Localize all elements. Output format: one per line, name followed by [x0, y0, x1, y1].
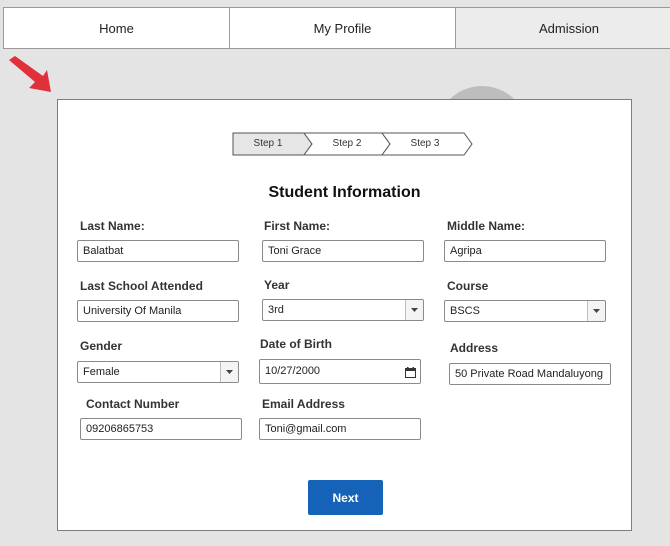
admission-form-card: Step 1 Step 2 Step 3 Student Information…: [57, 99, 632, 531]
chevron-down-icon[interactable]: [220, 362, 238, 382]
year-select[interactable]: 3rd: [262, 299, 424, 321]
year-label: Year: [264, 278, 290, 292]
year-value: 3rd: [268, 304, 284, 316]
contact-number-label: Contact Number: [86, 397, 180, 411]
last-school-label: Last School Attended: [80, 279, 203, 293]
course-value: BSCS: [450, 305, 480, 317]
last-name-label: Last Name:: [80, 219, 145, 233]
dob-value: 10/27/2000: [265, 365, 321, 377]
step-2[interactable]: Step 2: [317, 132, 377, 156]
middle-name-input[interactable]: Agripa: [444, 240, 606, 262]
course-label: Course: [447, 279, 489, 293]
next-button[interactable]: Next: [308, 480, 383, 515]
tab-my-profile[interactable]: My Profile: [230, 8, 456, 48]
gender-label: Gender: [80, 339, 123, 353]
last-school-input[interactable]: University Of Manila: [77, 300, 239, 322]
email-input[interactable]: Toni@gmail.com: [259, 418, 421, 440]
top-nav: Home My Profile Admission: [3, 7, 670, 49]
step-1[interactable]: Step 1: [238, 132, 298, 156]
tab-label: Home: [99, 20, 134, 36]
step-3[interactable]: Step 3: [395, 132, 455, 156]
first-name-label: First Name:: [264, 219, 331, 233]
red-arrow-icon: [9, 56, 51, 92]
chevron-down-icon[interactable]: [587, 301, 605, 321]
calendar-icon[interactable]: [402, 364, 418, 380]
chevron-down-icon[interactable]: [405, 300, 423, 320]
tab-label: My Profile: [313, 20, 372, 36]
gender-select[interactable]: Female: [77, 361, 239, 383]
first-name-input[interactable]: Toni Grace: [262, 240, 424, 262]
contact-number-input[interactable]: 09206865753: [80, 418, 242, 440]
course-select[interactable]: BSCS: [444, 300, 606, 322]
tab-label: Admission: [539, 20, 599, 36]
email-label: Email Address: [262, 397, 345, 411]
step-indicator: Step 1 Step 2 Step 3: [232, 132, 477, 156]
dob-input[interactable]: 10/27/2000: [259, 359, 421, 384]
address-label: Address: [450, 341, 499, 355]
last-name-input[interactable]: Balatbat: [77, 240, 239, 262]
gender-value: Female: [83, 366, 120, 378]
tab-admission[interactable]: Admission: [456, 8, 670, 48]
address-input[interactable]: 50 Private Road Mandaluyong: [449, 363, 611, 385]
form-title: Student Information: [268, 184, 421, 201]
dob-label: Date of Birth: [260, 337, 332, 351]
tab-home[interactable]: Home: [4, 8, 230, 48]
middle-name-label: Middle Name:: [447, 219, 526, 233]
